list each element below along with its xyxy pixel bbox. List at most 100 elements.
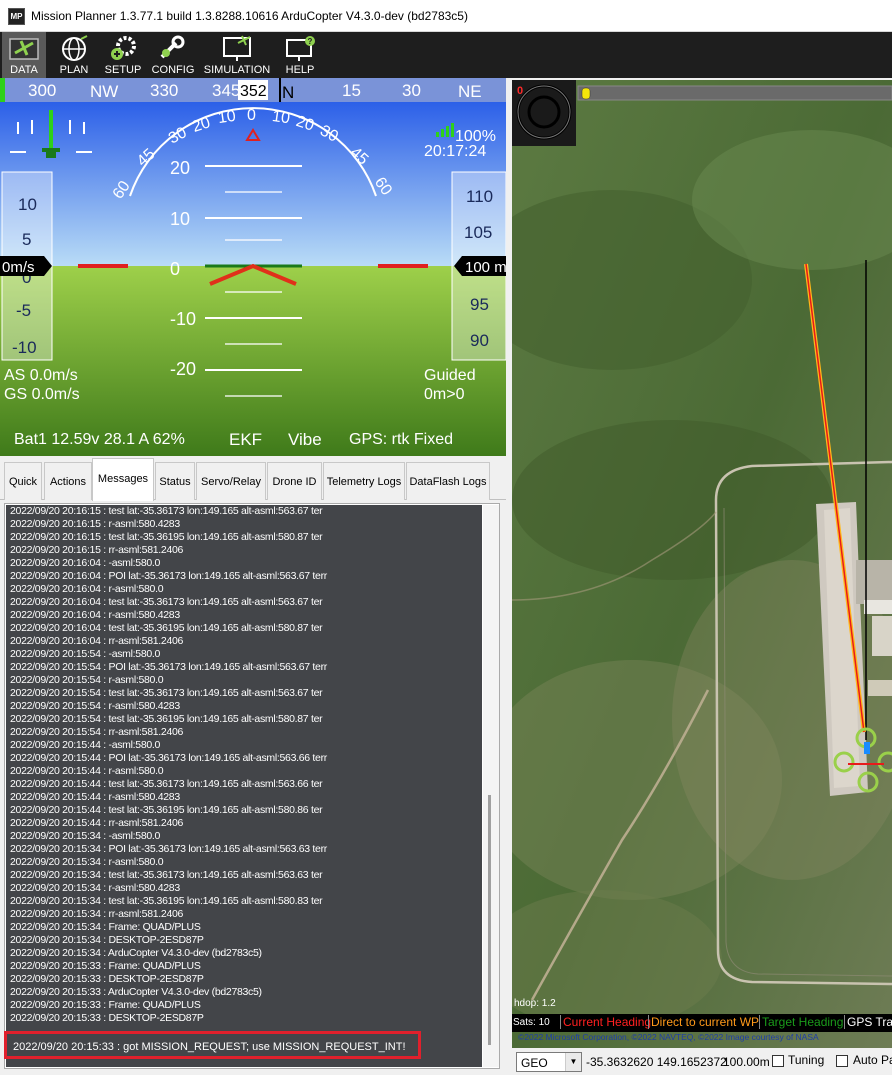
message-line: 2022/09/20 20:15:33 : DESKTOP-2ESD87P — [10, 973, 204, 985]
message-line: 2022/09/20 20:15:34 : DESKTOP-2ESD87P — [10, 934, 204, 946]
message-line: 2022/09/20 20:15:34 : rr-asml:581.2406 — [10, 908, 184, 920]
message-line: 2022/09/20 20:15:33 : ArduCopter V4.3.0-… — [10, 986, 262, 998]
message-line: 2022/09/20 20:16:04 : POI lat:-35.36173 … — [10, 570, 327, 582]
tab-quick[interactable]: Quick — [4, 462, 42, 500]
menu-plan-label: PLAN — [59, 64, 89, 76]
autopan-checkbox[interactable] — [836, 1055, 848, 1067]
menu-data[interactable]: DATA — [2, 32, 46, 78]
menu-help-label: HELP — [285, 64, 315, 76]
message-line: 2022/09/20 20:15:44 : r-asml:580.0 — [10, 765, 164, 777]
message-line: 2022/09/20 20:15:44 : rr-asml:581.2406 — [10, 817, 184, 829]
ekf-status[interactable]: EKF — [229, 430, 262, 449]
window-title: Mission Planner 1.3.77.1 build 1.3.8288.… — [31, 9, 468, 23]
message-line: 2022/09/20 20:15:54 : r-asml:580.0 — [10, 674, 164, 686]
altitude-value: 100 m — [465, 259, 506, 276]
message-line: 2022/09/20 20:16:04 : test lat:-35.36195… — [10, 622, 323, 634]
menu-config[interactable]: CONFIG — [150, 32, 196, 78]
hud-sky — [0, 100, 506, 266]
message-line: 2022/09/20 20:15:34 : test lat:-35.36195… — [10, 895, 323, 907]
heading-tick-nw: NW — [90, 82, 118, 101]
message-line: 2022/09/20 20:15:34 : r-asml:580.0 — [10, 856, 164, 868]
menu-help[interactable]: ? HELP — [278, 32, 322, 78]
hud-ground — [0, 266, 506, 456]
messages-scrollbar[interactable] — [483, 505, 499, 1067]
tab-strip: Quick Actions Messages Status Servo/Rela… — [0, 456, 506, 501]
roll-label-10r: 10 — [271, 108, 291, 127]
message-line: 2022/09/20 20:15:44 : POI lat:-35.36173 … — [10, 752, 327, 764]
heading-tick-15: 15 — [342, 81, 361, 100]
message-line: 2022/09/20 20:15:54 : r-asml:580.4283 — [10, 700, 180, 712]
map-zoom-slider — [578, 86, 892, 100]
map-view[interactable]: 0 hdop: 1.2 ©2022 Microsoft Corporation,… — [512, 80, 892, 1048]
message-line: 2022/09/20 20:16:04 : r-asml:580.4283 — [10, 609, 180, 621]
map-copyright: ©2022 Microsoft Corporation, ©2022 NAVTE… — [518, 1032, 819, 1042]
battery-status: Bat1 12.59v 28.1 A 62% — [14, 431, 185, 448]
vibe-status[interactable]: Vibe — [288, 430, 322, 449]
messages-panel: 2022/09/20 20:16:15 : test lat:-35.36173… — [4, 503, 500, 1069]
svg-text:?: ? — [308, 37, 313, 46]
heading-value: 352 — [240, 83, 267, 100]
tab-actions[interactable]: Actions — [44, 462, 92, 500]
tab-drone-id[interactable]: Drone ID — [267, 462, 322, 500]
tab-messages[interactable]: Messages — [92, 458, 154, 501]
message-line: 2022/09/20 20:15:34 : r-asml:580.4283 — [10, 882, 180, 894]
message-line: 2022/09/20 20:15:34 : POI lat:-35.36173 … — [10, 843, 327, 855]
message-line: 2022/09/20 20:15:54 : POI lat:-35.36173 … — [10, 661, 327, 673]
message-line: 2022/09/20 20:16:04 : -asml:580.0 — [10, 557, 161, 569]
hud-time: 20:17:24 — [424, 143, 486, 160]
speed-value: 0m/s — [2, 259, 35, 276]
tuning-checkbox[interactable] — [772, 1055, 784, 1067]
wrench-icon — [160, 35, 185, 59]
altitude-readout: 100.00m — [723, 1055, 770, 1069]
tab-servo-relay[interactable]: Servo/Relay — [196, 462, 266, 500]
heading-tick-n: N — [282, 83, 294, 102]
roll-label-0: 0 — [247, 107, 256, 124]
menu-simulation-label: SIMULATION — [203, 64, 271, 76]
map-hud-number: 0 — [517, 85, 523, 97]
help-monitor-icon: ? — [286, 36, 315, 61]
message-line: 2022/09/20 20:15:33 : Frame: QUAD/PLUS — [10, 960, 201, 972]
chevron-down-icon: ▼ — [565, 1053, 581, 1071]
map-zoom-slider-thumb — [581, 87, 591, 100]
legend-current-heading: Current Heading — [560, 1015, 651, 1029]
message-line: 2022/09/20 20:15:34 : -asml:580.0 — [10, 830, 161, 842]
speed-tick-10: 10 — [18, 195, 37, 214]
speed-tick-minus10: -10 — [12, 338, 37, 357]
flight-hud[interactable]: 300 NW 330 345 15 30 NE 352 N 60 45 30 2… — [0, 78, 506, 456]
pitch-label-minus20: -20 — [170, 359, 196, 379]
heading-tick-300: 300 — [28, 81, 56, 100]
menu-simulation[interactable]: SIMULATION — [202, 32, 272, 78]
message-line: 2022/09/20 20:15:44 : test lat:-35.36195… — [10, 804, 323, 816]
groundspeed: GS 0.0m/s — [4, 386, 80, 403]
heading-tick-345: 345 — [212, 81, 240, 100]
title-bar: MP Mission Planner 1.3.77.1 build 1.3.82… — [0, 0, 892, 32]
wp-distance: 0m>0 — [424, 386, 465, 403]
message-line: 2022/09/20 20:15:33 : DESKTOP-2ESD87P — [10, 1012, 204, 1024]
alt-tick-90: 90 — [470, 331, 489, 350]
message-line: 2022/09/20 20:16:04 : r-asml:580.0 — [10, 583, 164, 595]
airspeed: AS 0.0m/s — [4, 367, 78, 384]
hdop-label: hdop: 1.2 — [514, 998, 556, 1009]
speed-tick-5: 5 — [22, 230, 31, 249]
message-line: 2022/09/20 20:15:44 : -asml:580.0 — [10, 739, 161, 751]
map-status-bar: GEO ▼ -35.3632620 149.1652372 100.00m Tu… — [512, 1048, 892, 1075]
heading-tick-ne: NE — [458, 82, 482, 101]
tab-status[interactable]: Status — [155, 462, 195, 500]
tab-dataflash-logs[interactable]: DataFlash Logs — [406, 462, 490, 500]
heading-tick-30: 30 — [402, 81, 421, 100]
menu-setup[interactable]: SETUP — [100, 32, 146, 78]
coord-mode-select[interactable]: GEO ▼ — [516, 1052, 582, 1072]
scrollbar-thumb[interactable] — [488, 795, 491, 1045]
coordinates-readout: -35.3632620 149.1652372 — [586, 1055, 727, 1069]
tab-telemetry-logs[interactable]: Telemetry Logs — [323, 462, 405, 500]
message-line: 2022/09/20 20:15:54 : -asml:580.0 — [10, 648, 161, 660]
speed-tick-minus5: -5 — [16, 301, 31, 320]
alt-tick-105: 105 — [464, 223, 492, 242]
menu-plan[interactable]: PLAN — [52, 32, 96, 78]
message-line: 2022/09/20 20:16:04 : test lat:-35.36173… — [10, 596, 323, 608]
alt-tick-110: 110 — [466, 187, 493, 206]
autopan-label: Auto Pan — [853, 1053, 892, 1067]
messages-list[interactable]: 2022/09/20 20:16:15 : test lat:-35.36173… — [6, 505, 482, 1067]
legend-direct-wp: Direct to current WP — [648, 1015, 759, 1029]
message-line: 2022/09/20 20:15:54 : test lat:-35.36195… — [10, 713, 323, 725]
